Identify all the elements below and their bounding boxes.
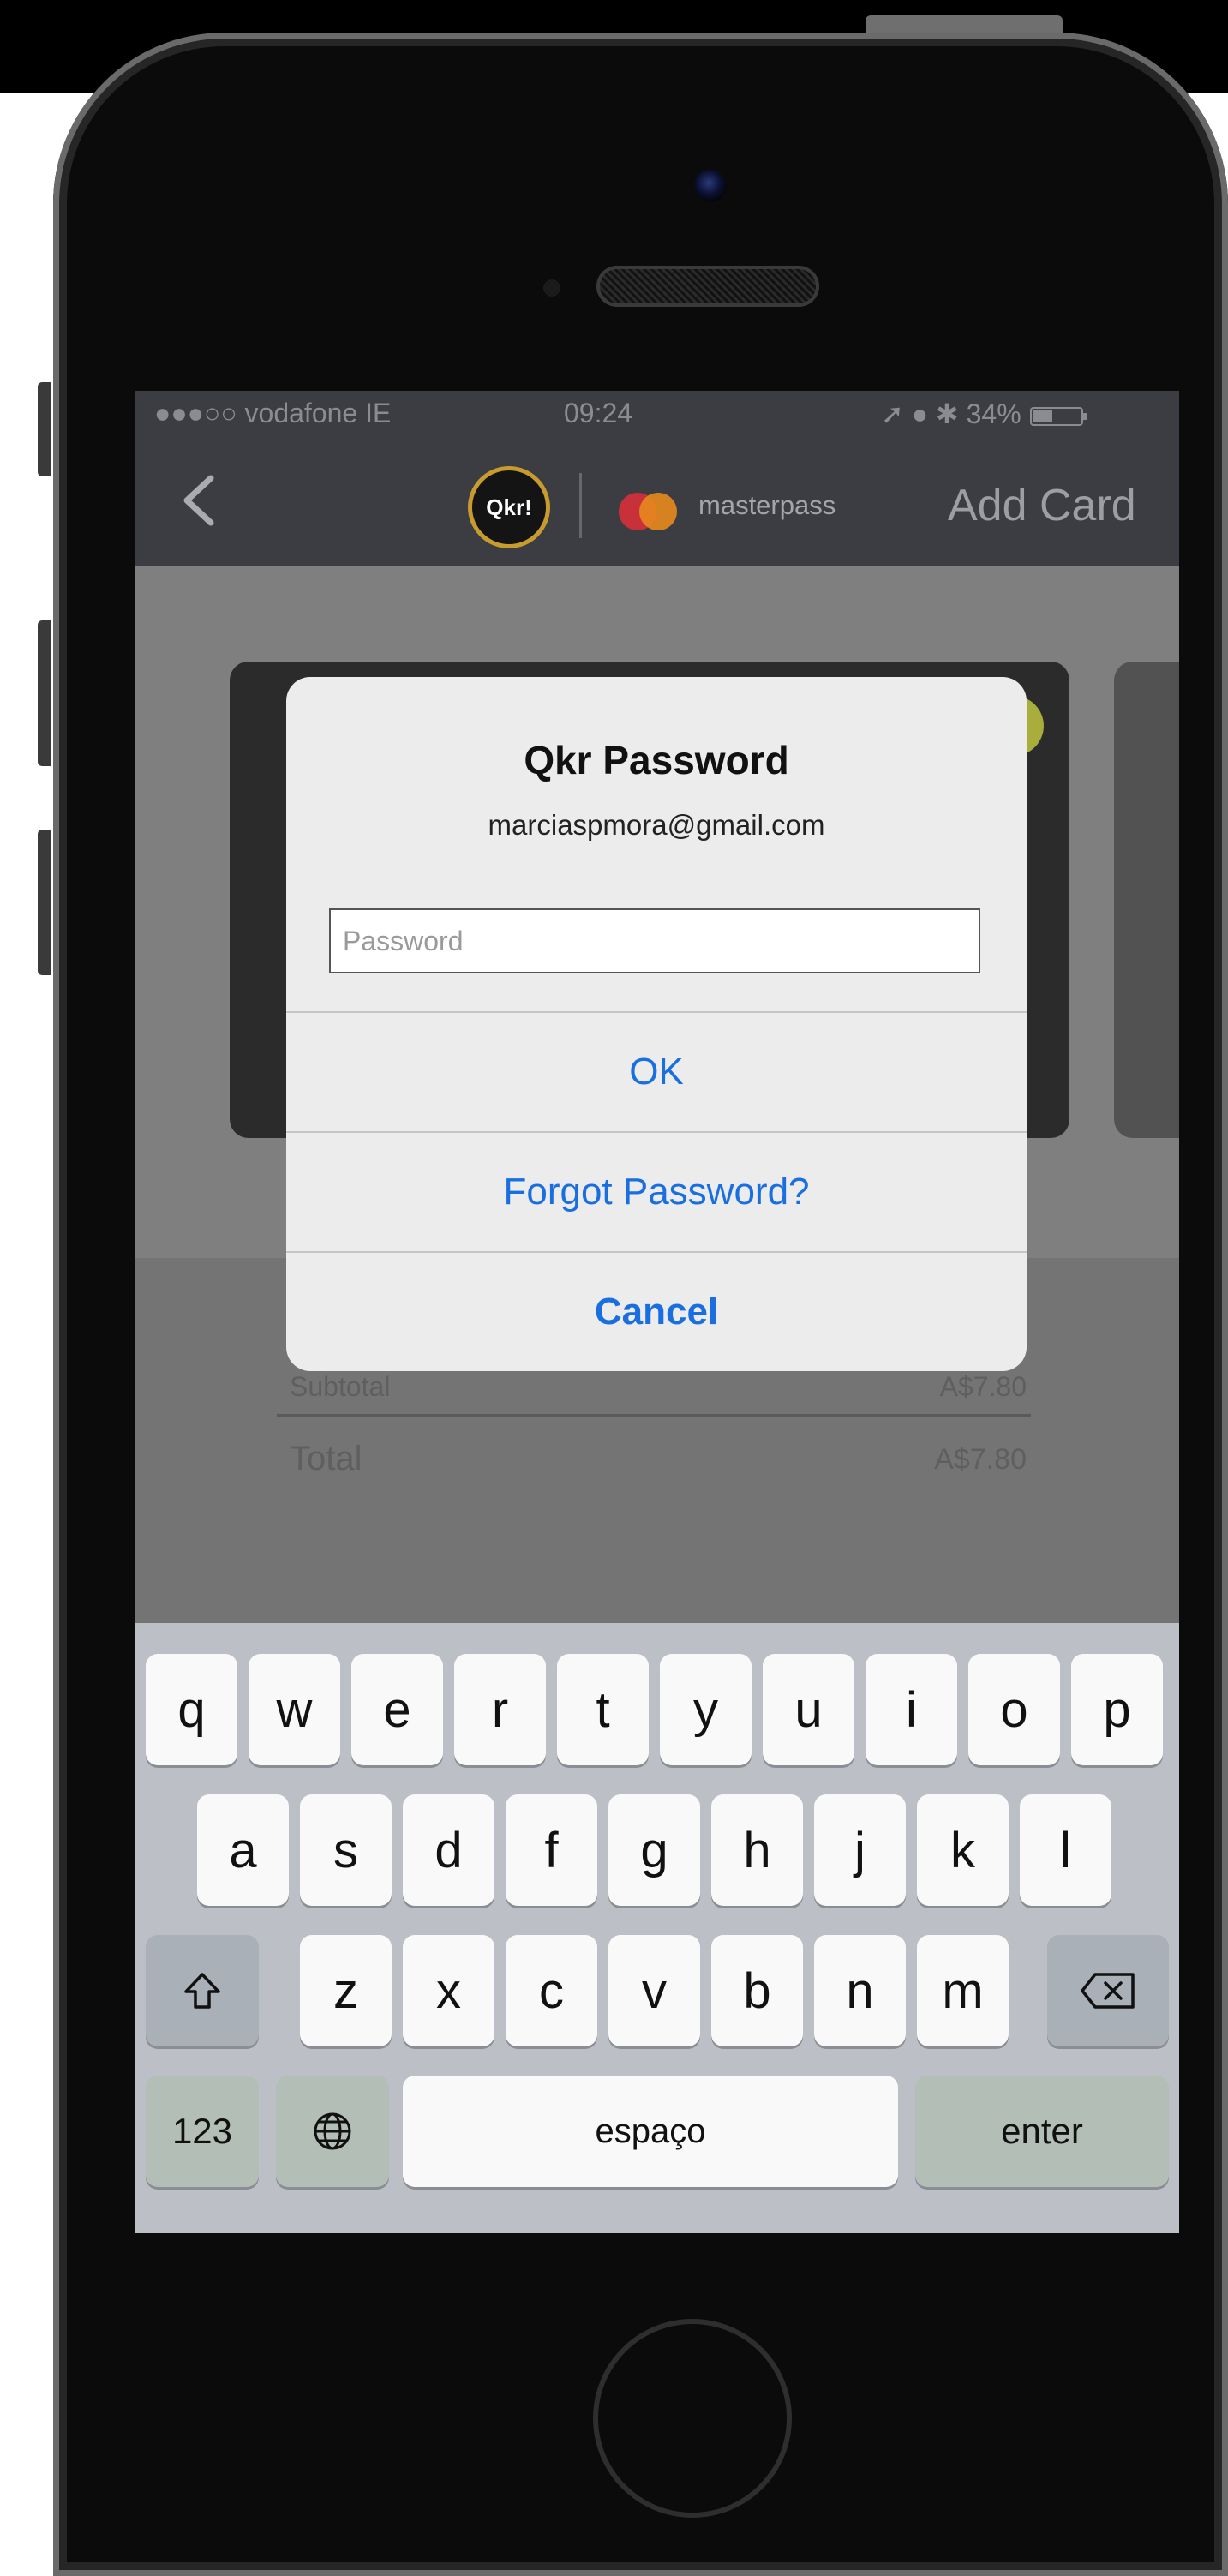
key-i[interactable]: i bbox=[866, 1654, 957, 1765]
masterpass-label: masterpass bbox=[698, 490, 836, 520]
total-value: A$7.80 bbox=[934, 1443, 1027, 1476]
key-b[interactable]: b bbox=[711, 1935, 803, 2046]
key-d[interactable]: d bbox=[403, 1794, 494, 1906]
key-t[interactable]: t bbox=[557, 1654, 649, 1765]
earpiece-speaker bbox=[596, 266, 819, 307]
enter-key[interactable]: enter bbox=[915, 2076, 1169, 2187]
alert-title: Qkr Password bbox=[524, 738, 789, 782]
carrier-signal: ●●●○○ vodafone IE bbox=[154, 398, 392, 428]
chevron-left-icon[interactable] bbox=[178, 473, 219, 528]
key-p[interactable]: p bbox=[1071, 1654, 1163, 1765]
next-payment-card[interactable] bbox=[1114, 662, 1179, 1138]
key-n[interactable]: n bbox=[814, 1935, 906, 2046]
keyboard: q w e r t y u i o p a s d f g h j k l z … bbox=[135, 1623, 1179, 2233]
front-camera-icon bbox=[694, 170, 727, 202]
key-u[interactable]: u bbox=[763, 1654, 854, 1765]
key-z[interactable]: z bbox=[300, 1935, 392, 2046]
forgot-password-button[interactable]: Forgot Password? bbox=[286, 1131, 1027, 1251]
key-a[interactable]: a bbox=[197, 1794, 289, 1906]
add-card-button[interactable]: Add Card bbox=[948, 480, 1136, 531]
password-input[interactable] bbox=[329, 908, 980, 973]
key-v[interactable]: v bbox=[608, 1935, 700, 2046]
key-g[interactable]: g bbox=[608, 1794, 700, 1906]
key-q[interactable]: q bbox=[146, 1654, 237, 1765]
key-f[interactable]: f bbox=[506, 1794, 597, 1906]
key-e[interactable]: e bbox=[351, 1654, 443, 1765]
password-alert: Qkr Password marciaspmora@gmail.com OK F… bbox=[286, 677, 1027, 1371]
globe-key[interactable] bbox=[276, 2076, 389, 2187]
subtotal-label: Subtotal bbox=[290, 1371, 391, 1402]
globe-icon bbox=[314, 2112, 351, 2150]
key-s[interactable]: s bbox=[300, 1794, 392, 1906]
summary-divider bbox=[277, 1414, 1031, 1417]
space-key[interactable]: espaço bbox=[403, 2076, 898, 2187]
mute-switch bbox=[38, 382, 51, 476]
navigation-bar: Qkr! masterpass Add Card bbox=[135, 435, 1179, 566]
battery-icon bbox=[1029, 406, 1087, 426]
key-y[interactable]: y bbox=[660, 1654, 752, 1765]
key-k[interactable]: k bbox=[917, 1794, 1009, 1906]
qkr-logo: Qkr! bbox=[468, 466, 550, 548]
volume-up-button bbox=[38, 620, 51, 766]
shift-key[interactable] bbox=[146, 1935, 259, 2046]
status-time: 09:24 bbox=[564, 398, 633, 428]
delete-key[interactable] bbox=[1047, 1935, 1169, 2046]
delete-icon bbox=[1081, 1973, 1135, 2009]
home-button[interactable] bbox=[593, 2319, 792, 2518]
key-j[interactable]: j bbox=[814, 1794, 906, 1906]
key-c[interactable]: c bbox=[506, 1935, 597, 2046]
battery-percent: 34% bbox=[966, 398, 1021, 429]
numbers-key[interactable]: 123 bbox=[146, 2076, 259, 2187]
total-label: Total bbox=[290, 1440, 362, 1477]
phone-screen: ●●●○○ vodafone IE 09:24 ➚ ● ✱ 34% Qkr! m… bbox=[135, 391, 1179, 2233]
key-w[interactable]: w bbox=[249, 1654, 340, 1765]
key-o[interactable]: o bbox=[968, 1654, 1060, 1765]
location-icon: ➚ ● ✱ bbox=[881, 398, 967, 429]
subtotal-value: A$7.80 bbox=[939, 1371, 1027, 1402]
shift-icon bbox=[184, 1973, 220, 2009]
key-m[interactable]: m bbox=[917, 1935, 1009, 2046]
masterpass-logo-icon bbox=[619, 493, 677, 530]
cancel-button[interactable]: Cancel bbox=[286, 1251, 1027, 1371]
key-x[interactable]: x bbox=[403, 1935, 494, 2046]
proximity-sensor bbox=[543, 279, 560, 297]
key-r[interactable]: r bbox=[454, 1654, 546, 1765]
alert-email: marciaspmora@gmail.com bbox=[488, 809, 825, 841]
battery-status: ➚ ● ✱ 34% bbox=[881, 398, 1089, 430]
status-bar: ●●●○○ vodafone IE 09:24 ➚ ● ✱ 34% bbox=[135, 391, 1179, 435]
ok-button[interactable]: OK bbox=[286, 1011, 1027, 1131]
volume-down-button bbox=[38, 830, 51, 975]
key-l[interactable]: l bbox=[1020, 1794, 1111, 1906]
key-h[interactable]: h bbox=[711, 1794, 803, 1906]
logo-divider bbox=[579, 473, 582, 538]
